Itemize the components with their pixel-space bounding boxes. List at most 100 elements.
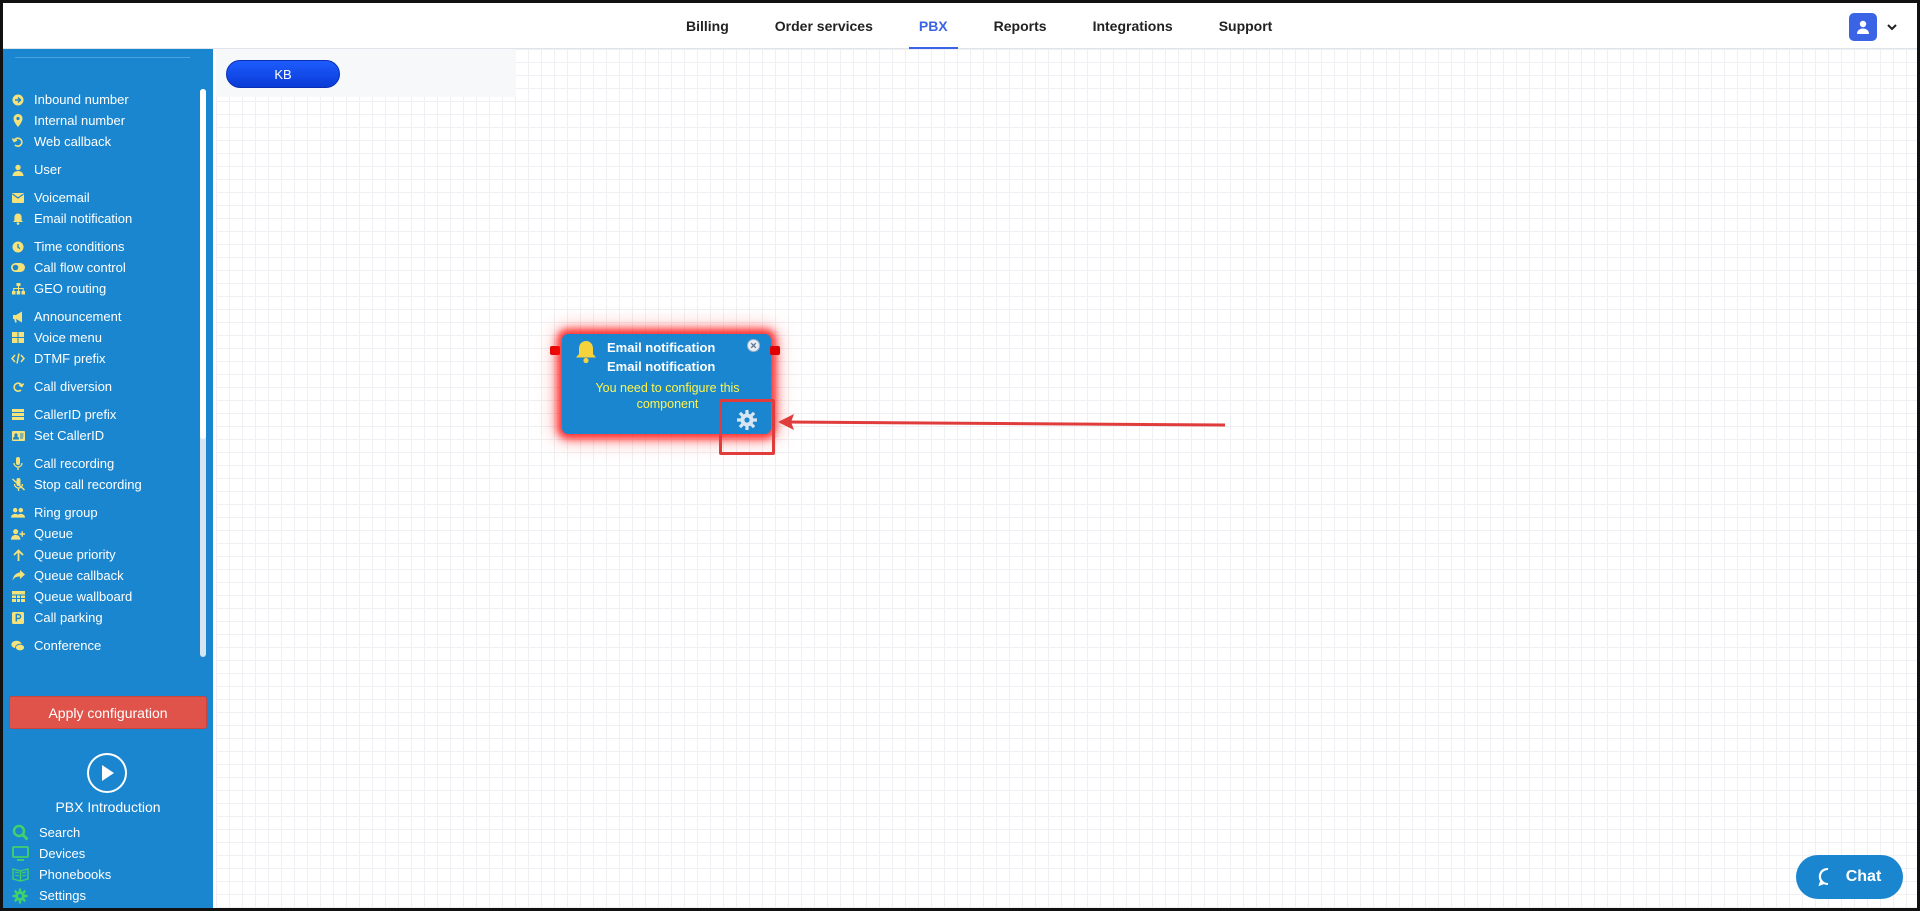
sidebar-item-time-conditions[interactable]: Time conditions bbox=[11, 236, 201, 257]
sidebar-item-label: CallerID prefix bbox=[34, 407, 117, 422]
microphone-icon bbox=[11, 457, 25, 471]
top-nav: Billing Order services PBX Reports Integ… bbox=[663, 3, 1295, 49]
close-icon[interactable] bbox=[747, 339, 760, 352]
sidebar-item-user[interactable]: User bbox=[11, 159, 201, 180]
gear-highlight-box bbox=[719, 399, 775, 455]
sidebar-item-email-notification[interactable]: Email notification bbox=[11, 208, 201, 229]
sidebar-item-call-recording[interactable]: Call recording bbox=[11, 453, 201, 474]
sidebar-item-voice-menu[interactable]: Voice menu bbox=[11, 327, 201, 348]
nav-reports[interactable]: Reports bbox=[971, 3, 1070, 49]
sidebar-item-label: User bbox=[34, 162, 62, 177]
sidebar-item-label: Queue callback bbox=[34, 568, 124, 583]
sidebar-item-label: Time conditions bbox=[34, 239, 125, 254]
component-list: Inbound number Internal number Web callb… bbox=[11, 89, 201, 656]
sidebar-item-inbound-number[interactable]: Inbound number bbox=[11, 89, 201, 110]
grid-icon bbox=[11, 331, 25, 345]
book-icon bbox=[11, 867, 29, 883]
sidebar-item-stop-call-recording[interactable]: Stop call recording bbox=[11, 474, 201, 495]
nav-integrations[interactable]: Integrations bbox=[1070, 3, 1196, 49]
pbx-introduction-label[interactable]: PBX Introduction bbox=[3, 799, 213, 815]
sidebar-item-geo-routing[interactable]: GEO routing bbox=[11, 278, 201, 299]
sidebar-item-internal-number[interactable]: Internal number bbox=[11, 110, 201, 131]
sidebar-item-dtmf-prefix[interactable]: DTMF prefix bbox=[11, 348, 201, 369]
sidebar-item-call-flow-control[interactable]: Call flow control bbox=[11, 257, 201, 278]
sidebar-search-label: Search bbox=[39, 825, 81, 840]
sidebar-phonebooks-label: Phonebooks bbox=[39, 867, 112, 882]
sidebar-item-label: Voice menu bbox=[34, 330, 102, 345]
sidebar-item-call-parking[interactable]: Call parking bbox=[11, 607, 201, 628]
search-icon bbox=[11, 824, 29, 841]
chat-button[interactable]: Chat bbox=[1796, 855, 1903, 899]
kb-button[interactable]: KB bbox=[226, 60, 340, 88]
monitor-icon bbox=[11, 846, 29, 862]
nav-pbx[interactable]: PBX bbox=[896, 3, 971, 49]
sidebar-item-voicemail[interactable]: Voicemail bbox=[11, 187, 201, 208]
sidebar-item-label: Web callback bbox=[34, 134, 112, 149]
sidebar-devices[interactable]: Devices bbox=[11, 843, 111, 864]
avatar[interactable] bbox=[1849, 13, 1877, 41]
sidebar-item-web-callback[interactable]: Web callback bbox=[11, 131, 201, 152]
sidebar-item-label: Email notification bbox=[34, 211, 133, 226]
sidebar-item-callerid-prefix[interactable]: CallerID prefix bbox=[11, 404, 201, 425]
arrow-circle-icon bbox=[11, 93, 25, 107]
sidebar-item-label: DTMF prefix bbox=[34, 351, 106, 366]
node-input-connector[interactable] bbox=[550, 346, 560, 355]
flow-canvas[interactable]: KB Email notification Email notification… bbox=[216, 49, 1917, 908]
code-icon bbox=[11, 352, 25, 366]
nav-support[interactable]: Support bbox=[1196, 3, 1296, 49]
sidebar-item-label: GEO routing bbox=[34, 281, 107, 296]
sidebar-item-call-diversion[interactable]: Call diversion bbox=[11, 376, 201, 397]
nav-billing[interactable]: Billing bbox=[663, 3, 752, 49]
sidebar-phonebooks[interactable]: Phonebooks bbox=[11, 864, 111, 885]
sidebar-item-queue-callback[interactable]: Queue callback bbox=[11, 565, 201, 586]
sidebar-item-label: Queue bbox=[34, 526, 74, 541]
nav-order-services[interactable]: Order services bbox=[752, 3, 896, 49]
chevron-down-icon[interactable] bbox=[1885, 20, 1899, 34]
sidebar-search[interactable]: Search bbox=[11, 822, 111, 843]
gear-icon bbox=[11, 888, 29, 904]
scrollbar-thumb[interactable] bbox=[200, 89, 206, 439]
sidebar-item-queue-priority[interactable]: Queue priority bbox=[11, 544, 201, 565]
sidebar-item-queue[interactable]: Queue bbox=[11, 523, 201, 544]
clock-icon bbox=[11, 240, 25, 254]
sitemap-icon bbox=[11, 282, 25, 296]
node-title: Email notification bbox=[607, 340, 716, 355]
sidebar-item-set-callerid[interactable]: Set CallerID bbox=[11, 425, 201, 446]
node-output-connector[interactable] bbox=[770, 346, 780, 355]
sidebar-item-ring-group[interactable]: Ring group bbox=[11, 502, 201, 523]
user-icon bbox=[11, 163, 25, 177]
comments-icon bbox=[11, 639, 25, 653]
sidebar-item-label: Stop call recording bbox=[34, 477, 142, 492]
top-bar: Billing Order services PBX Reports Integ… bbox=[3, 3, 1917, 49]
sidebar-item-announcement[interactable]: Announcement bbox=[11, 306, 201, 327]
sidebar-item-queue-wallboard[interactable]: Queue wallboard bbox=[11, 586, 201, 607]
sidebar-item-label: Set CallerID bbox=[34, 428, 105, 443]
sidebar-item-label: Call parking bbox=[34, 610, 103, 625]
sidebar-item-label: Voicemail bbox=[34, 190, 90, 205]
annotation-arrow-icon bbox=[778, 414, 1226, 430]
sidebar-item-label: Ring group bbox=[34, 505, 98, 520]
sidebar-settings[interactable]: Settings bbox=[11, 885, 111, 906]
sidebar-scrollbar[interactable] bbox=[200, 89, 206, 657]
sidebar-divider bbox=[15, 57, 190, 58]
sidebar: Inbound number Internal number Web callb… bbox=[3, 49, 213, 908]
user-menu[interactable] bbox=[1849, 13, 1899, 41]
apply-configuration-button[interactable]: Apply configuration bbox=[9, 696, 207, 729]
sidebar-bottom-menu: Search Devices Phonebooks Settings bbox=[11, 822, 111, 906]
redo-icon bbox=[11, 380, 25, 394]
sidebar-item-label: Call recording bbox=[34, 456, 115, 471]
parking-icon bbox=[11, 611, 25, 625]
envelope-icon bbox=[11, 191, 25, 205]
chat-label: Chat bbox=[1845, 868, 1882, 885]
users-icon bbox=[11, 506, 25, 520]
toggle-icon bbox=[11, 261, 25, 275]
megaphone-icon bbox=[11, 310, 25, 324]
sidebar-item-label: Queue wallboard bbox=[34, 589, 133, 604]
sidebar-item-label: Conference bbox=[34, 638, 102, 653]
sidebar-item-conference[interactable]: Conference bbox=[11, 635, 201, 656]
list-icon bbox=[11, 408, 25, 422]
pbx-introduction-play-button[interactable] bbox=[87, 753, 127, 793]
microphone-slash-icon bbox=[11, 478, 25, 492]
sidebar-item-label: Call diversion bbox=[34, 379, 113, 394]
sidebar-devices-label: Devices bbox=[39, 846, 86, 861]
